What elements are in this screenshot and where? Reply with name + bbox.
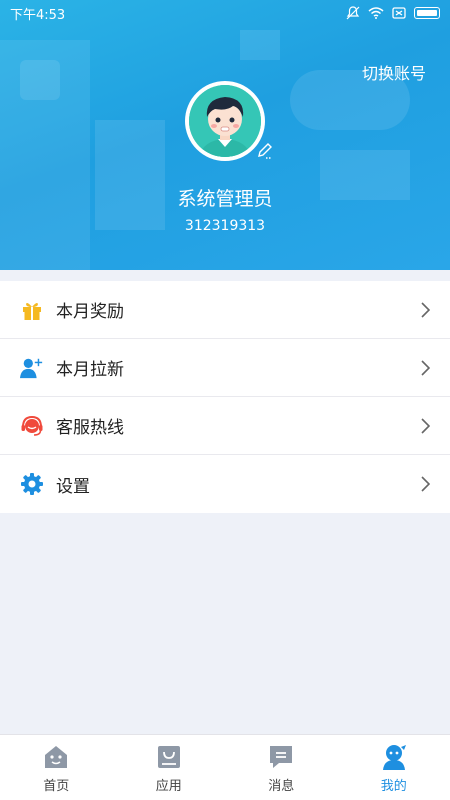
- message-icon: [270, 746, 293, 768]
- chevron-right-icon: [421, 417, 430, 434]
- tab-messages[interactable]: 消息: [225, 735, 338, 800]
- tab-label: 应用: [155, 779, 182, 794]
- profile-icon: [382, 745, 406, 770]
- add-user-icon: [20, 356, 44, 380]
- sim-icon: [392, 7, 406, 19]
- menu-item-monthly-reward[interactable]: 本月奖励: [0, 281, 450, 339]
- menu-list: 本月奖励 本月拉新 客服热线 设置: [0, 281, 450, 513]
- menu-item-label: 本月拉新: [56, 360, 124, 380]
- gear-icon: [20, 472, 44, 496]
- menu-item-label: 本月奖励: [56, 302, 124, 322]
- username: 系统管理员: [177, 188, 273, 210]
- user-id: 312319313: [184, 218, 266, 234]
- background-illustration: [95, 120, 165, 230]
- battery-icon: [414, 7, 440, 19]
- wifi-icon: [368, 7, 384, 19]
- bottom-tab-bar: 首页 应用 消息 我的: [0, 734, 450, 800]
- home-icon: [45, 746, 68, 768]
- menu-item-customer-hotline[interactable]: 客服热线: [0, 397, 450, 455]
- profile-header: 下午4:53 切换账号 系统管理员 312319313: [0, 0, 450, 270]
- tab-apps[interactable]: 应用: [113, 735, 226, 800]
- tab-home[interactable]: 首页: [0, 735, 113, 800]
- tab-label: 我的: [380, 779, 407, 794]
- switch-account-button[interactable]: 切换账号: [362, 60, 426, 84]
- tab-label: 首页: [43, 779, 70, 794]
- status-time: 下午4:53: [10, 7, 66, 23]
- chevron-right-icon: [421, 476, 430, 492]
- status-bar: 下午4:53: [0, 0, 450, 26]
- background-illustration: [20, 60, 60, 100]
- apps-bag-icon: [157, 746, 180, 768]
- menu-item-settings[interactable]: 设置: [0, 455, 450, 513]
- tab-label: 消息: [268, 779, 295, 794]
- gift-icon: [20, 298, 44, 322]
- avatar-illustration: [189, 85, 261, 157]
- headset-icon: [20, 414, 44, 438]
- chevron-right-icon: [421, 301, 430, 318]
- avatar[interactable]: [185, 81, 265, 161]
- menu-item-monthly-new-users[interactable]: 本月拉新: [0, 339, 450, 397]
- background-illustration: [240, 30, 280, 60]
- chevron-right-icon: [421, 359, 430, 376]
- tab-profile[interactable]: 我的: [338, 735, 450, 800]
- notifications-off-icon: [346, 6, 360, 20]
- menu-item-label: 设置: [56, 476, 90, 497]
- menu-item-label: 客服热线: [56, 418, 124, 438]
- edit-pencil-icon[interactable]: [256, 142, 274, 160]
